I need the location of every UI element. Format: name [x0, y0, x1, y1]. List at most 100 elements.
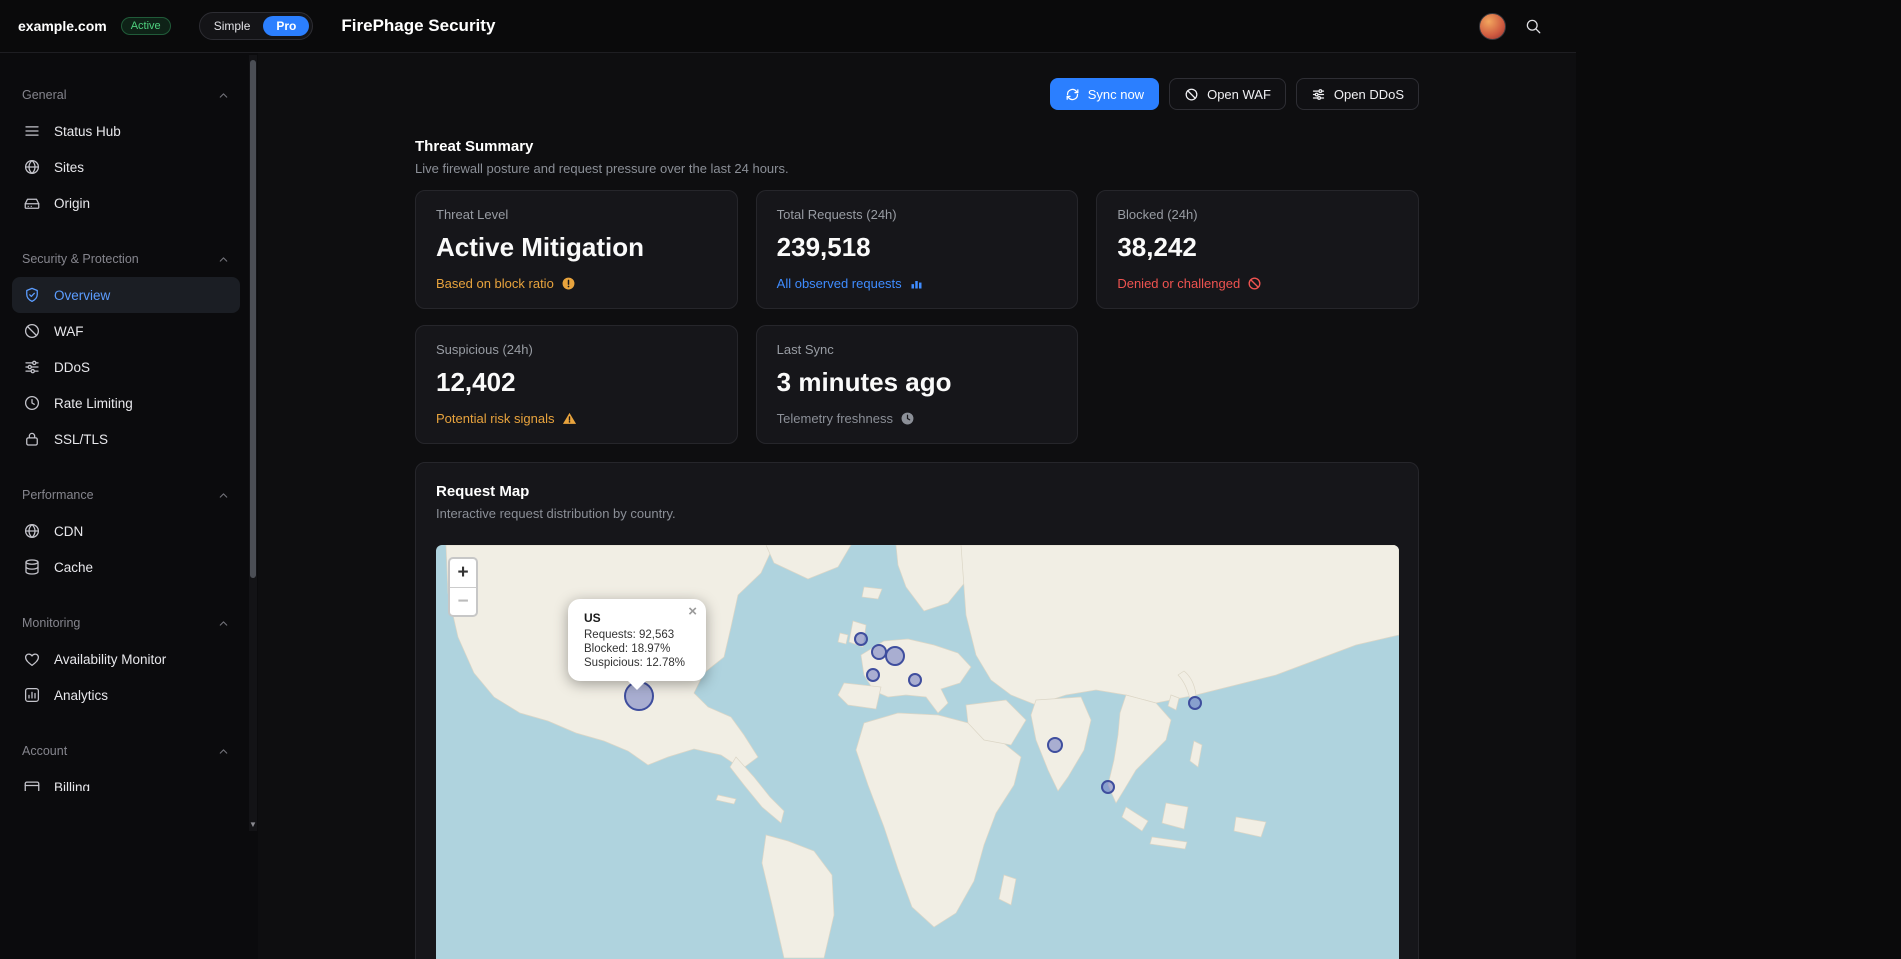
sidebar-section-header-performance[interactable]: Performance [12, 485, 240, 505]
sidebar-scroll-viewport: General Status Hub Sites Origin [0, 53, 258, 791]
stat-card-note[interactable]: Denied or challenged [1117, 276, 1398, 291]
sliders-icon [23, 358, 41, 376]
sidebar-item-rate-limiting[interactable]: Rate Limiting [12, 385, 240, 421]
chevron-up-icon [217, 489, 230, 502]
lock-icon [23, 430, 41, 448]
warning-triangle-icon [562, 411, 577, 426]
stat-card-note[interactable]: Based on block ratio [436, 276, 717, 291]
sidebar-item-overview[interactable]: Overview [12, 277, 240, 313]
stat-card-value: Active Mitigation [436, 232, 717, 263]
stat-cards-grid: Threat Level Active Mitigation Based on … [415, 190, 1419, 444]
sidebar-item-origin[interactable]: Origin [12, 185, 240, 221]
stat-card-note-text: Denied or challenged [1117, 276, 1240, 291]
map-marker-JP[interactable] [1189, 697, 1201, 709]
map-marker-NL[interactable] [872, 645, 886, 659]
app-window: example.com Active Simple Pro FirePhage … [0, 0, 1576, 959]
sidebar-item-label: SSL/TLS [54, 432, 108, 447]
request-map-subtitle: Interactive request distribution by coun… [436, 506, 1398, 521]
open-waf-button[interactable]: Open WAF [1169, 78, 1286, 110]
map-marker-IT[interactable] [909, 674, 921, 686]
sidebar-item-cache[interactable]: Cache [12, 549, 240, 585]
sidebar-item-billing[interactable]: Billing [12, 769, 240, 791]
sidebar-section-header-general[interactable]: General [12, 85, 240, 105]
sidebar-section-performance: Performance CDN Cache [12, 485, 240, 585]
stat-card-note: Telemetry freshness [777, 411, 1058, 426]
map-marker-SG[interactable] [1102, 781, 1114, 793]
stat-card-note-text: Potential risk signals [436, 411, 555, 426]
sidebar-section-label: Monitoring [22, 616, 80, 630]
zoom-out-button[interactable]: − [450, 587, 476, 615]
sync-now-button[interactable]: Sync now [1050, 78, 1159, 110]
stat-card-value: 38,242 [1117, 232, 1398, 263]
user-avatar[interactable] [1479, 13, 1506, 40]
threat-summary-subtitle: Live firewall posture and request pressu… [415, 161, 1419, 176]
sidebar-section-header-account[interactable]: Account [12, 741, 240, 761]
sidebar-section-header-monitoring[interactable]: Monitoring [12, 613, 240, 633]
sidebar-item-label: Status Hub [54, 124, 121, 139]
ban-icon [1247, 276, 1262, 291]
sidebar-item-ddos[interactable]: DDoS [12, 349, 240, 385]
main-content: Sync now Open WAF Open DDoS Threat Summa… [415, 53, 1419, 959]
sidebar-section-security: Security & Protection Overview WAF DDoS [12, 249, 240, 457]
sidebar-item-label: CDN [54, 524, 83, 539]
stat-card-threat-level: Threat Level Active Mitigation Based on … [415, 190, 738, 309]
status-hub-icon [23, 122, 41, 140]
clock-icon [23, 394, 41, 412]
mode-simple-button[interactable]: Simple [203, 16, 262, 36]
world-map[interactable]: + − × US Requests: 92,563 Blocked: 18.97… [436, 545, 1399, 959]
stat-card-total-requests: Total Requests (24h) 239,518 All observe… [756, 190, 1079, 309]
map-marker-FR[interactable] [867, 669, 879, 681]
server-icon [23, 194, 41, 212]
search-icon[interactable] [1524, 17, 1542, 35]
sidebar-item-cdn[interactable]: CDN [12, 513, 240, 549]
stat-card-suspicious: Suspicious (24h) 12,402 Potential risk s… [415, 325, 738, 444]
sidebar-scrollbar[interactable]: ▼ [249, 55, 257, 831]
stat-card-label: Threat Level [436, 207, 717, 222]
sidebar-item-label: DDoS [54, 360, 90, 375]
stat-card-label: Suspicious (24h) [436, 342, 717, 357]
stat-card-note-text: All observed requests [777, 276, 902, 291]
sidebar-item-analytics[interactable]: Analytics [12, 677, 240, 713]
sidebar-item-status-hub[interactable]: Status Hub [12, 113, 240, 149]
request-map-card: Request Map Interactive request distribu… [415, 462, 1419, 959]
zoom-in-button[interactable]: + [450, 559, 476, 587]
sync-now-label: Sync now [1088, 87, 1144, 102]
sidebar-item-label: Rate Limiting [54, 396, 133, 411]
sidebar: General Status Hub Sites Origin [0, 53, 258, 959]
popup-requests: Requests: 92,563 [584, 629, 690, 641]
sidebar-item-sites[interactable]: Sites [12, 149, 240, 185]
sidebar-item-ssl-tls[interactable]: SSL/TLS [12, 421, 240, 457]
map-marker-IN[interactable] [1048, 738, 1062, 752]
sidebar-item-label: Overview [54, 288, 110, 303]
sidebar-scrollbar-thumb[interactable] [250, 60, 256, 578]
popup-blocked: Blocked: 18.97% [584, 643, 690, 655]
stat-card-note[interactable]: Potential risk signals [436, 411, 717, 426]
stat-card-label: Total Requests (24h) [777, 207, 1058, 222]
status-badge: Active [121, 17, 171, 35]
stat-card-blocked: Blocked (24h) 38,242 Denied or challenge… [1096, 190, 1419, 309]
stat-card-value: 12,402 [436, 367, 717, 398]
refresh-icon [1065, 87, 1080, 102]
open-ddos-button[interactable]: Open DDoS [1296, 78, 1419, 110]
mode-pro-button[interactable]: Pro [263, 16, 309, 36]
credit-card-icon [23, 778, 41, 791]
stat-card-note-text: Telemetry freshness [777, 411, 893, 426]
sidebar-section-header-security[interactable]: Security & Protection [12, 249, 240, 269]
sidebar-item-label: Availability Monitor [54, 652, 166, 667]
globe-icon [23, 522, 41, 540]
sidebar-item-availability-monitor[interactable]: Availability Monitor [12, 641, 240, 677]
sidebar-item-waf[interactable]: WAF [12, 313, 240, 349]
ban-icon [1184, 87, 1199, 102]
scrollbar-down-arrow-icon[interactable]: ▼ [249, 820, 257, 829]
map-marker-DE[interactable] [886, 647, 904, 665]
shield-icon [23, 286, 41, 304]
app-title: FirePhage Security [341, 16, 495, 36]
popup-tail [627, 680, 647, 690]
topbar-right [1479, 13, 1542, 40]
threat-summary-title: Threat Summary [415, 138, 1419, 155]
map-marker-GB[interactable] [855, 633, 867, 645]
popup-close-icon[interactable]: × [688, 604, 697, 619]
stat-card-note[interactable]: All observed requests [777, 276, 1058, 291]
main-area: Sync now Open WAF Open DDoS Threat Summa… [258, 53, 1576, 959]
analytics-icon [23, 686, 41, 704]
